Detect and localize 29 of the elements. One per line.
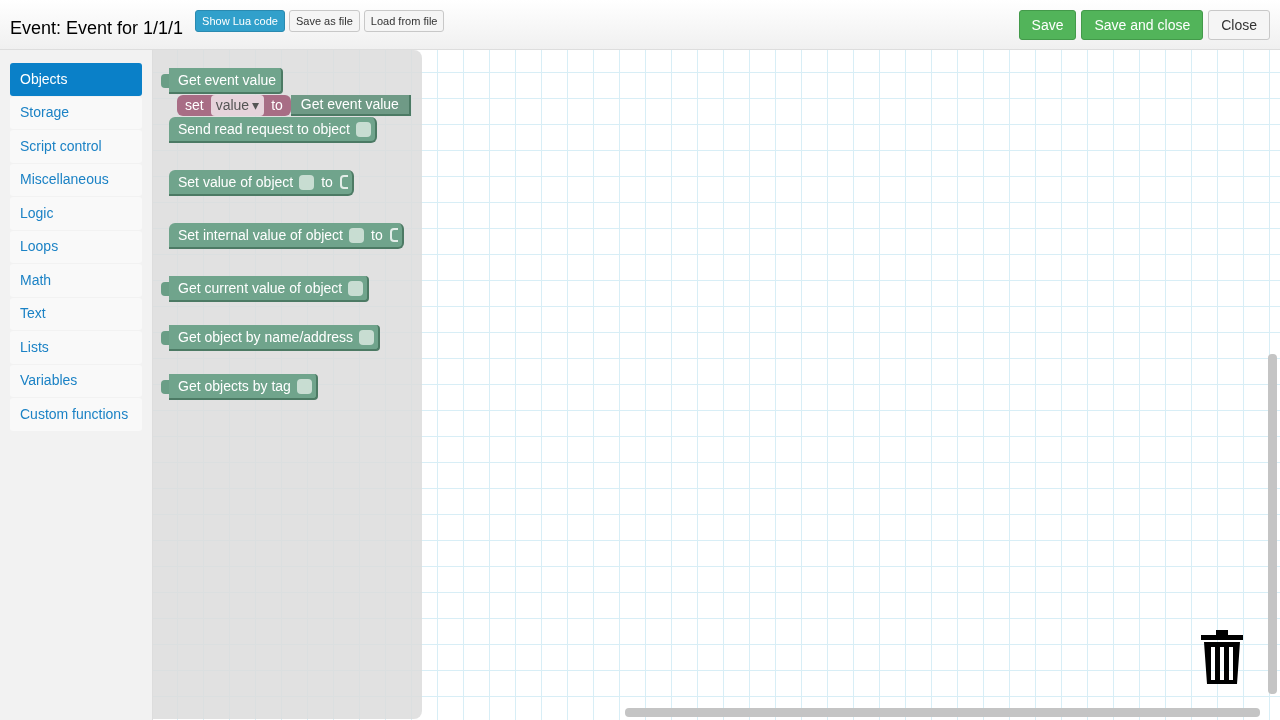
category-item[interactable]: Lists	[10, 331, 142, 364]
block-keyword: set	[185, 96, 204, 115]
dragged-block[interactable]: set value ▾ to Get event value	[177, 95, 411, 116]
variable-dropdown[interactable]: value ▾	[210, 95, 265, 116]
toolbar-button[interactable]: Save as file	[288, 10, 360, 32]
category-item[interactable]: Text	[10, 297, 142, 330]
block-keyword: to	[271, 96, 283, 115]
toolbar-button[interactable]: Show Lua code	[195, 10, 285, 32]
category-item[interactable]: Miscellaneous	[10, 163, 142, 196]
category-item[interactable]: Variables	[10, 364, 142, 397]
action-button[interactable]: Save	[1018, 10, 1077, 40]
category-item[interactable]: Objects	[10, 63, 142, 96]
value-block: Get event value	[290, 95, 411, 116]
category-item[interactable]: Script control	[10, 130, 142, 163]
category-item[interactable]: Loops	[10, 230, 142, 263]
vertical-scrollbar[interactable]	[1268, 354, 1277, 694]
category-item[interactable]: Logic	[10, 197, 142, 230]
window-title: Event: Event for 1/1/1	[10, 17, 184, 40]
toolbar-button[interactable]: Load from file	[363, 10, 445, 32]
action-button[interactable]: Save and close	[1081, 10, 1204, 40]
category-item[interactable]: Storage	[10, 96, 142, 129]
trash-icon[interactable]	[1199, 629, 1245, 685]
code-block[interactable]: Send read request to object	[169, 117, 377, 143]
code-block[interactable]: Set value of object to	[169, 170, 354, 196]
code-block[interactable]: Set internal value of object to	[169, 223, 404, 249]
horizontal-scrollbar[interactable]	[625, 708, 1260, 717]
category-item[interactable]: Math	[10, 264, 142, 297]
category-item[interactable]: Custom functions	[10, 398, 142, 431]
action-button[interactable]: Close	[1208, 10, 1270, 40]
